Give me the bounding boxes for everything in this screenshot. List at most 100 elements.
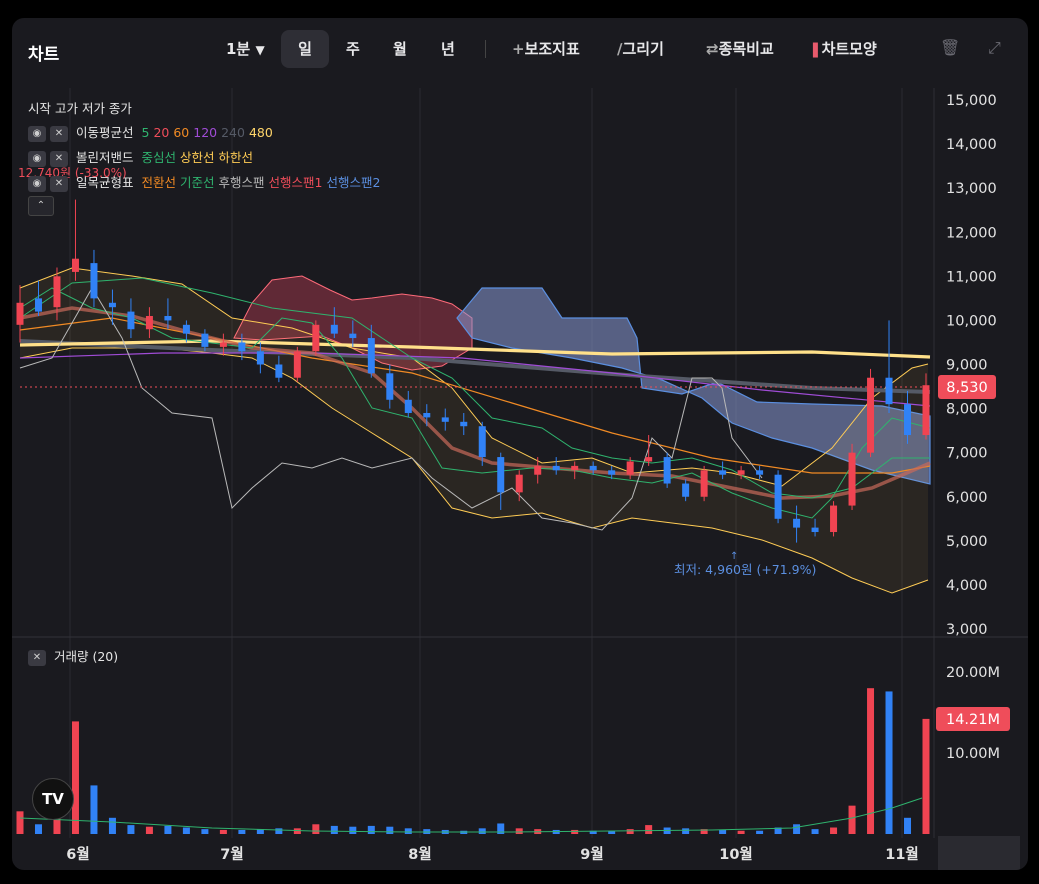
- candle-body: [293, 351, 301, 378]
- volume-series: [16, 688, 930, 834]
- candle-body: [441, 417, 449, 422]
- price-tick-label: 11,000: [946, 269, 997, 285]
- ichimoku-legend: ◉ ✕ 일목균형표 전환선 기준선 후행스팬 선행스팬1 선행스팬2: [28, 172, 380, 192]
- ma-legend: ◉ ✕ 이동평균선 5 20 60 120 240 480: [28, 122, 273, 142]
- ichimoku-line-1: 기준선: [180, 175, 215, 190]
- price-tick-label: 6,000: [946, 490, 988, 506]
- candle-body: [885, 377, 893, 405]
- candle-body: [238, 342, 246, 352]
- candle-body: [201, 333, 209, 347]
- volume-bar: [108, 817, 116, 834]
- candle-body: [737, 470, 745, 475]
- bb-legend-title: 볼린저밴드: [75, 150, 134, 165]
- volume-ma-line: [19, 797, 923, 833]
- ichimoku-line-3: 선행스팬1: [268, 175, 323, 190]
- time-tick-label: 7월: [220, 846, 243, 863]
- time-axis: 6월 7월 8월 9월 10월 11월: [66, 846, 918, 863]
- candle-body: [645, 457, 653, 462]
- chevron-up-icon[interactable]: ⌃: [28, 196, 54, 216]
- close-icon[interactable]: ✕: [28, 649, 46, 666]
- volume-bar: [922, 718, 930, 834]
- price-tick-label: 8,000: [946, 402, 988, 418]
- close-icon[interactable]: ✕: [50, 175, 68, 192]
- low-price-marker: 최저: 4,960원 (+71.9%): [674, 562, 816, 577]
- legend-collapse-button[interactable]: ⌃: [28, 196, 58, 216]
- volume-bar: [904, 817, 912, 834]
- candle-body: [904, 404, 912, 436]
- candle-body: [922, 385, 930, 436]
- price-tick-label: 3,000: [946, 622, 988, 638]
- tradingview-logo[interactable]: TV: [32, 778, 74, 820]
- price-tick-label: 4,000: [946, 578, 988, 594]
- ma-period-5: 480: [248, 125, 273, 140]
- volume-tick-label: 20.00M: [946, 665, 1000, 681]
- ma-period-4: 240: [221, 125, 245, 140]
- candle-body: [811, 527, 819, 533]
- candle-body: [830, 505, 838, 533]
- volume-bar: [367, 825, 375, 834]
- candle-body: [534, 465, 542, 475]
- bb-lines: 중심선 상한선 하한선: [137, 150, 253, 165]
- bb-line-1: 상한선: [180, 150, 215, 165]
- volume-bar: [145, 826, 153, 834]
- price-tick-label: 15,000: [946, 93, 997, 109]
- ma-period-3: 120: [193, 125, 218, 140]
- ichimoku-line-0: 전환선: [141, 175, 176, 190]
- time-tick-label: 6월: [66, 846, 89, 863]
- time-tick-label: 8월: [408, 846, 431, 863]
- candle-body: [608, 470, 616, 475]
- candle-body: [145, 316, 153, 330]
- candle-body: [848, 452, 856, 506]
- price-tick-label: 12,000: [946, 225, 997, 241]
- volume-bar: [478, 828, 486, 834]
- price-tick-label: 7,000: [946, 446, 988, 462]
- candle-body: [34, 298, 42, 312]
- candle-body: [404, 399, 412, 413]
- volume-legend: ✕ 거래량 (20): [28, 646, 118, 666]
- volume-bar: [238, 829, 246, 834]
- ma120-line: [19, 352, 931, 407]
- ma-periods: 5 20 60 120 240 480: [137, 125, 272, 140]
- time-tick-label: 10월: [719, 846, 753, 863]
- candle-body: [182, 324, 190, 334]
- volume-bar: [312, 824, 320, 834]
- ma-legend-title: 이동평균선: [75, 125, 134, 140]
- price-axis: 15,000 14,000 13,000 12,000 11,000 10,000 9,00…: [946, 93, 997, 638]
- volume-bar: [219, 829, 227, 834]
- volume-bar: [737, 830, 745, 834]
- chart-canvas: 15,000 14,000 13,000 12,000 11,000 10,000 9,00…: [12, 88, 1028, 870]
- candle-body: [256, 351, 264, 365]
- candle-body: [682, 483, 690, 497]
- candle-body: [53, 276, 61, 308]
- volume-bar: [386, 826, 394, 834]
- ma-period-2: 60: [173, 125, 190, 140]
- volume-bar: [330, 825, 338, 834]
- ichimoku-line-4: 선행스팬2: [326, 175, 381, 190]
- volume-bar: [90, 785, 98, 834]
- candle-body: [589, 465, 597, 471]
- candle-body: [164, 316, 172, 321]
- candle-body: [700, 470, 708, 497]
- volume-bar: [793, 824, 801, 834]
- volume-bar: [71, 721, 79, 834]
- volume-bar: [682, 828, 690, 834]
- close-icon[interactable]: ✕: [50, 125, 68, 142]
- volume-bar: [127, 825, 135, 834]
- eye-off-icon[interactable]: ◉: [28, 125, 46, 142]
- bb-line-2: 하한선: [218, 150, 254, 165]
- candle-body: [663, 457, 671, 484]
- candle-body: [756, 470, 764, 475]
- price-tick-label: 9,000: [946, 358, 988, 374]
- eye-off-icon[interactable]: ◉: [28, 175, 46, 192]
- volume-tick-label: 10.00M: [946, 746, 1000, 762]
- candle-body: [90, 263, 98, 299]
- volume-bar: [404, 828, 412, 834]
- volume-legend-title: 거래량 (20): [53, 649, 119, 664]
- chart-panel: 차트 1분 ▼ 일 주 월 년 +보조지표 ∕그리기 ⇄종목비교 ❚차트모양 🗑…: [12, 18, 1028, 870]
- time-tick-label: 9월: [580, 846, 603, 863]
- ma-period-0: 5: [141, 125, 150, 140]
- volume-bar: [626, 829, 634, 834]
- volume-bar: [293, 828, 301, 834]
- candle-body: [367, 338, 375, 374]
- candle-body: [793, 518, 801, 528]
